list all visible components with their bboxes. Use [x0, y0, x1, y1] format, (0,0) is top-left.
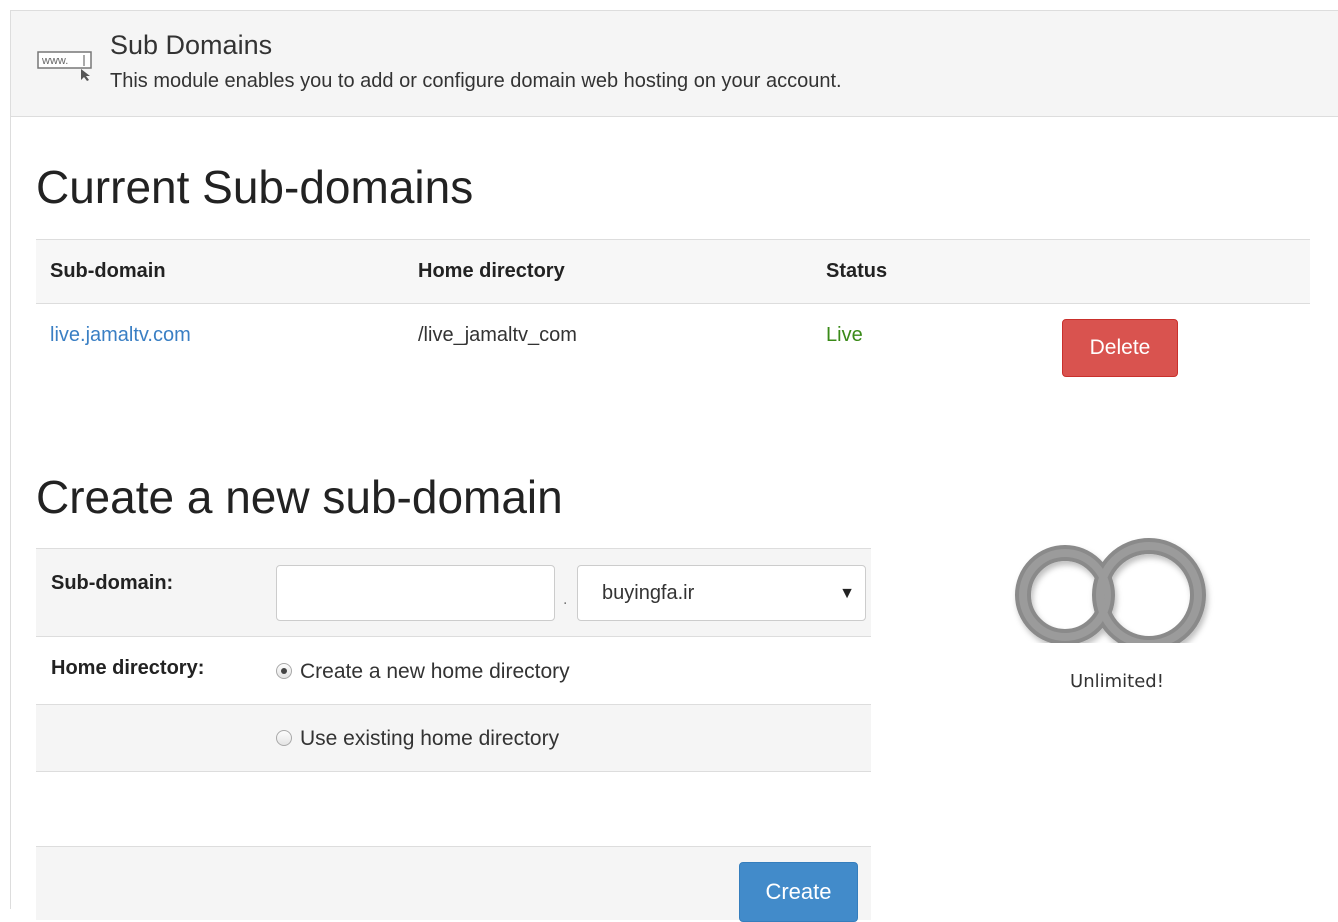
home-directory-value: /live_jamaltv_com [418, 324, 577, 346]
subdomain-label: Sub-domain: [51, 572, 174, 594]
domain-select[interactable]: buyingfa.ir ▼ [577, 565, 866, 621]
form-row-home-existing: Use existing home directory [36, 704, 871, 772]
column-header-home-directory: Home directory [418, 260, 565, 282]
subdomain-input[interactable] [276, 565, 555, 621]
current-subdomains-heading: Current Sub-domains [36, 161, 474, 213]
caret-down-icon: ▼ [839, 585, 855, 602]
status-badge: Live [826, 324, 863, 346]
module-panel: www. Sub Domains This module enables you… [10, 10, 1338, 922]
radio-create-new-home-label[interactable]: Create a new home directory [300, 660, 570, 684]
create-button[interactable]: Create [739, 862, 858, 922]
column-header-status: Status [826, 260, 888, 282]
table-row: live.jamaltv.com /live_jamaltv_com Live … [36, 304, 1310, 384]
svg-text:www.: www. [41, 55, 68, 67]
infinity-icon [1015, 538, 1206, 643]
radio-use-existing-home[interactable] [276, 730, 292, 746]
radio-create-new-home[interactable] [276, 663, 292, 679]
domain-select-value: buyingfa.ir [602, 582, 695, 604]
form-row-subdomain: Sub-domain: . buyingfa.ir ▼ [36, 548, 871, 636]
module-title: Sub Domains [110, 30, 273, 60]
radio-use-existing-home-label[interactable]: Use existing home directory [300, 727, 559, 751]
form-row-home-new: Home directory: Create a new home direct… [36, 636, 871, 704]
domain-separator: . [563, 591, 568, 608]
column-header-subdomain: Sub-domain [50, 260, 166, 282]
delete-button[interactable]: Delete [1062, 319, 1178, 377]
www-cursor-icon: www. [37, 51, 92, 81]
module-header: www. Sub Domains This module enables you… [11, 11, 1338, 117]
create-subdomain-form: Sub-domain: . buyingfa.ir ▼ Home directo… [36, 548, 871, 772]
quota-label: Unlimited! [1070, 671, 1164, 692]
subdomains-table: Sub-domain Home directory Status live.ja… [36, 239, 1310, 384]
table-header: Sub-domain Home directory Status [36, 239, 1310, 304]
module-description: This module enables you to add or config… [110, 70, 842, 92]
home-directory-label: Home directory: [51, 657, 205, 679]
create-subdomain-heading: Create a new sub-domain [36, 471, 563, 523]
subdomain-link[interactable]: live.jamaltv.com [50, 324, 191, 347]
